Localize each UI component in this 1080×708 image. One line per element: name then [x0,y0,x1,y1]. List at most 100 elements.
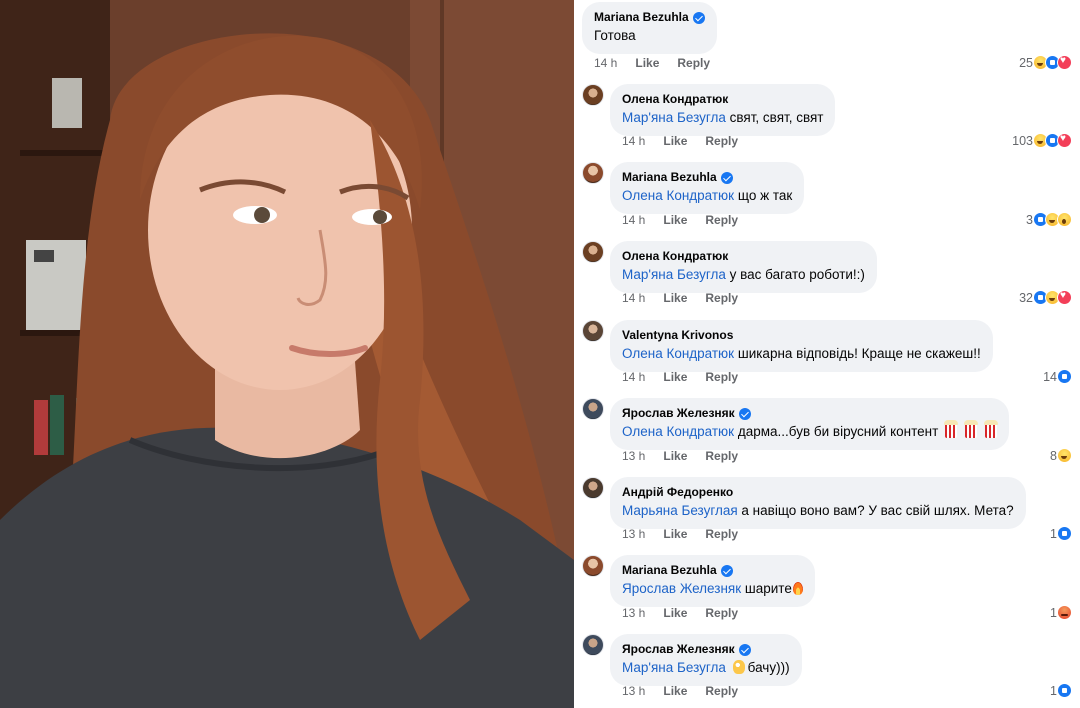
reply-button[interactable]: Reply [705,134,738,148]
comment-item: Олена Кондратюк Мар'яна Безугла свят, свя… [574,84,1080,154]
comment-timestamp[interactable]: 13 h [622,527,645,541]
comment-item: Mariana Bezuhla Ярослав Железняк шарите 13… [574,555,1080,626]
like-button[interactable]: Like [663,213,687,227]
comment-author[interactable]: Олена Кондратюк [622,92,823,107]
reaction-count: 3 [1026,212,1033,227]
verified-badge-icon [720,564,733,577]
ok-hand-icon [732,660,745,674]
like-button[interactable]: Like [663,134,687,148]
comment-item: Mariana Bezuhla Олена Кондратюк що ж так 1… [574,162,1080,233]
like-button[interactable]: Like [663,291,687,305]
reply-button[interactable]: Reply [705,370,738,384]
avatar[interactable] [582,320,604,342]
angry-reaction-icon [1057,605,1072,620]
reaction-count: 1 [1050,526,1057,541]
reply-button[interactable]: Reply [677,56,710,70]
comment-timestamp[interactable]: 14 h [622,291,645,305]
author-name[interactable]: Valentyna Krivonos [622,328,733,343]
comment-timestamp[interactable]: 14 h [594,56,617,70]
comment-bubble: Ярослав Железняк Мар'яна Безугла бачу))) [610,634,802,686]
reaction-summary[interactable]: 25 [1019,55,1072,70]
reaction-summary[interactable]: 3 [1026,212,1072,227]
comment-text: Олена Кондратюк дарма...був би вірусний … [622,420,999,441]
avatar[interactable] [582,241,604,263]
mention-link[interactable]: Олена Кондратюк [622,188,734,203]
comment-text: Готова [594,27,705,45]
reaction-count: 8 [1050,448,1057,463]
mention-link[interactable]: Ярослав Железняк [622,581,741,596]
avatar[interactable] [582,634,604,656]
reply-button[interactable]: Reply [705,213,738,227]
avatar[interactable] [582,477,604,499]
reaction-summary[interactable]: 14 [1043,369,1072,384]
reaction-summary[interactable]: 8 [1050,448,1072,463]
comment-author[interactable]: Ярослав Железняк [622,642,790,657]
comment-body: Готова [594,28,636,43]
like-button[interactable]: Like [663,684,687,698]
mention-link[interactable]: Олена Кондратюк [622,424,734,439]
author-name[interactable]: Mariana Bezuhla [622,170,717,185]
reaction-summary[interactable]: 32 [1019,290,1072,305]
comment-actions: 14 h Like Reply [622,134,756,149]
author-name[interactable]: Ярослав Железняк [622,406,735,421]
comment-actions: 14 h Like Reply [622,213,756,228]
comment-timestamp[interactable]: 14 h [622,134,645,148]
like-reaction-icon [1057,526,1072,541]
comment-body: шарите [744,581,792,596]
author-name[interactable]: Ярослав Железняк [622,642,735,657]
comment-timestamp[interactable]: 13 h [622,606,645,620]
avatar[interactable] [582,555,604,577]
comment-author[interactable]: Андрій Федоренко [622,485,1014,500]
comment-author[interactable]: Mariana Bezuhla [622,563,803,578]
like-button[interactable]: Like [635,56,659,70]
comment-text: Мар'яна Безугла у вас багато роботи!:) [622,266,865,284]
popcorn-icon [984,420,999,438]
comment-actions: 13 h Like Reply [622,449,756,464]
comment-text: Мар'яна Безугла свят, свят, свят [622,109,823,127]
comment-bubble: Андрій Федоренко Марьяна Безуглая а навіщ… [610,477,1026,529]
comment-timestamp[interactable]: 14 h [622,213,645,227]
author-name[interactable]: Олена Кондратюк [622,92,728,107]
fire-icon [792,582,803,595]
mention-link[interactable]: Мар'яна Безугла [622,660,726,675]
mention-link[interactable]: Мар'яна Безугла [622,110,726,125]
reaction-summary[interactable]: 1 [1050,526,1072,541]
mention-link[interactable]: Мар'яна Безугла [622,267,726,282]
comment-author[interactable]: Олена Кондратюк [622,249,865,264]
reply-button[interactable]: Reply [705,606,738,620]
comment-author[interactable]: Valentyna Krivonos [622,328,981,343]
reply-button[interactable]: Reply [705,449,738,463]
author-name[interactable]: Mariana Bezuhla [622,563,717,578]
comment-timestamp[interactable]: 13 h [622,449,645,463]
avatar[interactable] [582,398,604,420]
reply-button[interactable]: Reply [705,684,738,698]
comment-item: Mariana Bezuhla Готова 14 h Like Reply 25 [574,2,1080,76]
comment-author[interactable]: Ярослав Железняк [622,406,997,421]
comment-timestamp[interactable]: 14 h [622,370,645,384]
reaction-count: 14 [1043,369,1057,384]
avatar[interactable] [582,84,604,106]
comment-author[interactable]: Mariana Bezuhla [594,10,705,25]
verified-badge-icon [720,171,733,184]
comment-text: Марьяна Безуглая а навіщо воно вам? У ва… [622,502,1014,520]
avatar[interactable] [582,162,604,184]
mention-link[interactable]: Олена Кондратюк [622,346,734,361]
author-name[interactable]: Mariana Bezuhla [594,10,689,25]
reply-button[interactable]: Reply [705,291,738,305]
like-button[interactable]: Like [663,606,687,620]
author-name[interactable]: Андрій Федоренко [622,485,733,500]
comment-item: Олена Кондратюк Мар'яна Безугла у вас баг… [574,241,1080,311]
like-button[interactable]: Like [663,527,687,541]
like-button[interactable]: Like [663,449,687,463]
comment-author[interactable]: Mariana Bezuhla [622,170,792,185]
reaction-summary[interactable]: 1 [1050,683,1072,698]
mention-link[interactable]: Марьяна Безуглая [622,503,738,518]
reply-button[interactable]: Reply [705,527,738,541]
verified-badge-icon [738,643,751,656]
comment-actions: 14 h Like Reply [594,56,728,71]
like-button[interactable]: Like [663,370,687,384]
reaction-summary[interactable]: 1 [1050,605,1072,620]
comment-timestamp[interactable]: 13 h [622,684,645,698]
author-name[interactable]: Олена Кондратюк [622,249,728,264]
reaction-summary[interactable]: 103 [1012,133,1072,148]
